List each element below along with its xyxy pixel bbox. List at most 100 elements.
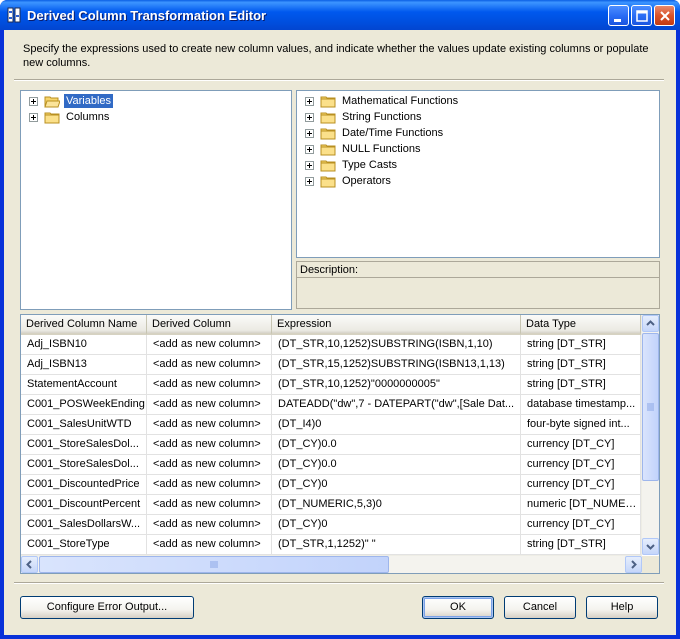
maximize-icon [636,10,648,22]
table-row[interactable]: Adj_ISBN10 <add as new column> (DT_STR,1… [21,335,641,355]
tree-item-columns[interactable]: Columns [29,109,111,125]
ssis-component-icon [7,7,21,23]
variables-columns-tree[interactable]: Variables Columns [20,90,292,310]
expression-cell[interactable]: (DT_CY)0 [272,475,521,495]
tree-item-null-functions[interactable]: NULL Functions [305,141,422,157]
vertical-scroll-thumb[interactable] [642,333,659,481]
derived-column-cell[interactable]: <add as new column> [147,475,272,495]
data-type-cell[interactable]: string [DT_STR] [521,335,641,355]
table-row[interactable]: StatementAccount <add as new column> (DT… [21,375,641,395]
tree-item-label: Operators [342,175,391,187]
derived-column-name-cell[interactable]: C001_DiscountPercent [21,495,147,515]
column-header-data-type[interactable]: Data Type [521,315,641,335]
horizontal-scrollbar[interactable] [21,555,642,573]
derived-column-name-cell[interactable]: C001_StoreSalesDol... [21,455,147,475]
cancel-button[interactable]: Cancel [504,596,576,619]
expand-icon[interactable] [305,176,314,186]
data-type-cell[interactable]: string [DT_STR] [521,535,641,555]
data-type-cell[interactable]: four-byte signed int... [521,415,641,435]
derived-column-name-cell[interactable]: Adj_ISBN10 [21,335,147,355]
derived-column-cell[interactable]: <add as new column> [147,535,272,555]
table-row[interactable]: C001_POSWeekEnding <add as new column> D… [21,395,641,415]
header-divider [14,79,664,81]
expand-icon[interactable] [305,96,314,106]
table-row[interactable]: Adj_ISBN13 <add as new column> (DT_STR,1… [21,355,641,375]
data-type-cell[interactable]: currency [DT_CY] [521,515,641,535]
data-type-cell[interactable]: currency [DT_CY] [521,475,641,495]
expression-cell[interactable]: (DT_STR,15,1252)SUBSTRING(ISBN13,1,13) [272,355,521,375]
derived-column-name-cell[interactable]: StatementAccount [21,375,147,395]
derived-column-name-cell[interactable]: C001_DiscountedPrice [21,475,147,495]
help-button[interactable]: Help [586,596,658,619]
expression-cell[interactable]: (DT_I4)0 [272,415,521,435]
title-bar[interactable]: Derived Column Transformation Editor [0,0,680,30]
derived-column-name-cell[interactable]: Adj_ISBN13 [21,355,147,375]
expression-cell[interactable]: (DT_STR,10,1252)"0000000005" [272,375,521,395]
tree-item-operators[interactable]: Operators [305,173,393,189]
grip-icon [647,403,654,411]
tree-item-variables[interactable]: Variables [29,93,114,109]
table-row[interactable]: C001_StoreType <add as new column> (DT_S… [21,535,641,555]
close-button[interactable] [654,5,675,26]
derived-column-cell[interactable]: <add as new column> [147,435,272,455]
horizontal-scroll-thumb[interactable] [39,556,389,573]
expression-cell[interactable]: (DT_CY)0.0 [272,455,521,475]
derived-column-cell[interactable]: <add as new column> [147,495,272,515]
data-type-cell[interactable]: string [DT_STR] [521,355,641,375]
expression-cell[interactable]: (DT_CY)0.0 [272,435,521,455]
table-row[interactable]: C001_StoreSalesDol... <add as new column… [21,455,641,475]
expression-cell[interactable]: (DT_CY)0 [272,515,521,535]
expand-icon[interactable] [305,128,314,138]
table-row[interactable]: C001_DiscountedPrice <add as new column>… [21,475,641,495]
data-type-cell[interactable]: numeric [DT_NUMER... [521,495,641,515]
expression-cell[interactable]: (DT_STR,1,1252)" " [272,535,521,555]
expand-icon[interactable] [29,96,38,106]
derived-column-cell[interactable]: <add as new column> [147,335,272,355]
derived-columns-grid[interactable]: Derived Column Name Derived Column Expre… [20,314,660,574]
table-row[interactable]: C001_SalesDollarsW... <add as new column… [21,515,641,535]
table-row[interactable]: C001_StoreSalesDol... <add as new column… [21,435,641,455]
data-type-cell[interactable]: currency [DT_CY] [521,435,641,455]
tree-item-datetime-functions[interactable]: Date/Time Functions [305,125,445,141]
vertical-scrollbar[interactable] [641,315,659,555]
derived-column-cell[interactable]: <add as new column> [147,415,272,435]
derived-column-cell[interactable]: <add as new column> [147,515,272,535]
derived-column-name-cell[interactable]: C001_SalesUnitWTD [21,415,147,435]
column-header-derived-column-name[interactable]: Derived Column Name [21,315,147,335]
data-type-cell[interactable]: currency [DT_CY] [521,455,641,475]
derived-column-name-cell[interactable]: C001_SalesDollarsW... [21,515,147,535]
derived-column-name-cell[interactable]: C001_StoreType [21,535,147,555]
tree-item-mathematical-functions[interactable]: Mathematical Functions [305,93,460,109]
data-type-cell[interactable]: database timestamp... [521,395,641,415]
derived-column-name-cell[interactable]: C001_StoreSalesDol... [21,435,147,455]
scrollbar-corner [642,556,659,573]
scroll-down-button[interactable] [642,538,659,555]
expression-cell[interactable]: (DT_NUMERIC,5,3)0 [272,495,521,515]
scroll-right-button[interactable] [625,556,642,573]
derived-column-cell[interactable]: <add as new column> [147,395,272,415]
column-header-derived-column[interactable]: Derived Column [147,315,272,335]
expression-cell[interactable]: (DT_STR,10,1252)SUBSTRING(ISBN,1,10) [272,335,521,355]
expression-cell[interactable]: DATEADD("dw",7 - DATEPART("dw",[Sale Dat… [272,395,521,415]
expand-icon[interactable] [305,112,314,122]
configure-error-output-button[interactable]: Configure Error Output... [20,596,194,619]
table-row[interactable]: C001_DiscountPercent <add as new column>… [21,495,641,515]
data-type-cell[interactable]: string [DT_STR] [521,375,641,395]
column-header-expression[interactable]: Expression [272,315,521,335]
tree-item-string-functions[interactable]: String Functions [305,109,423,125]
derived-column-cell[interactable]: <add as new column> [147,375,272,395]
maximize-button[interactable] [631,5,652,26]
tree-item-type-casts[interactable]: Type Casts [305,157,399,173]
expand-icon[interactable] [29,112,38,122]
scroll-left-button[interactable] [21,556,38,573]
derived-column-cell[interactable]: <add as new column> [147,455,272,475]
scroll-up-button[interactable] [642,315,659,332]
minimize-button[interactable] [608,5,629,26]
expand-icon[interactable] [305,144,314,154]
functions-tree[interactable]: Mathematical Functions String Functions … [296,90,660,258]
ok-button[interactable]: OK [422,596,494,619]
expand-icon[interactable] [305,160,314,170]
derived-column-name-cell[interactable]: C001_POSWeekEnding [21,395,147,415]
table-row[interactable]: C001_SalesUnitWTD <add as new column> (D… [21,415,641,435]
derived-column-cell[interactable]: <add as new column> [147,355,272,375]
